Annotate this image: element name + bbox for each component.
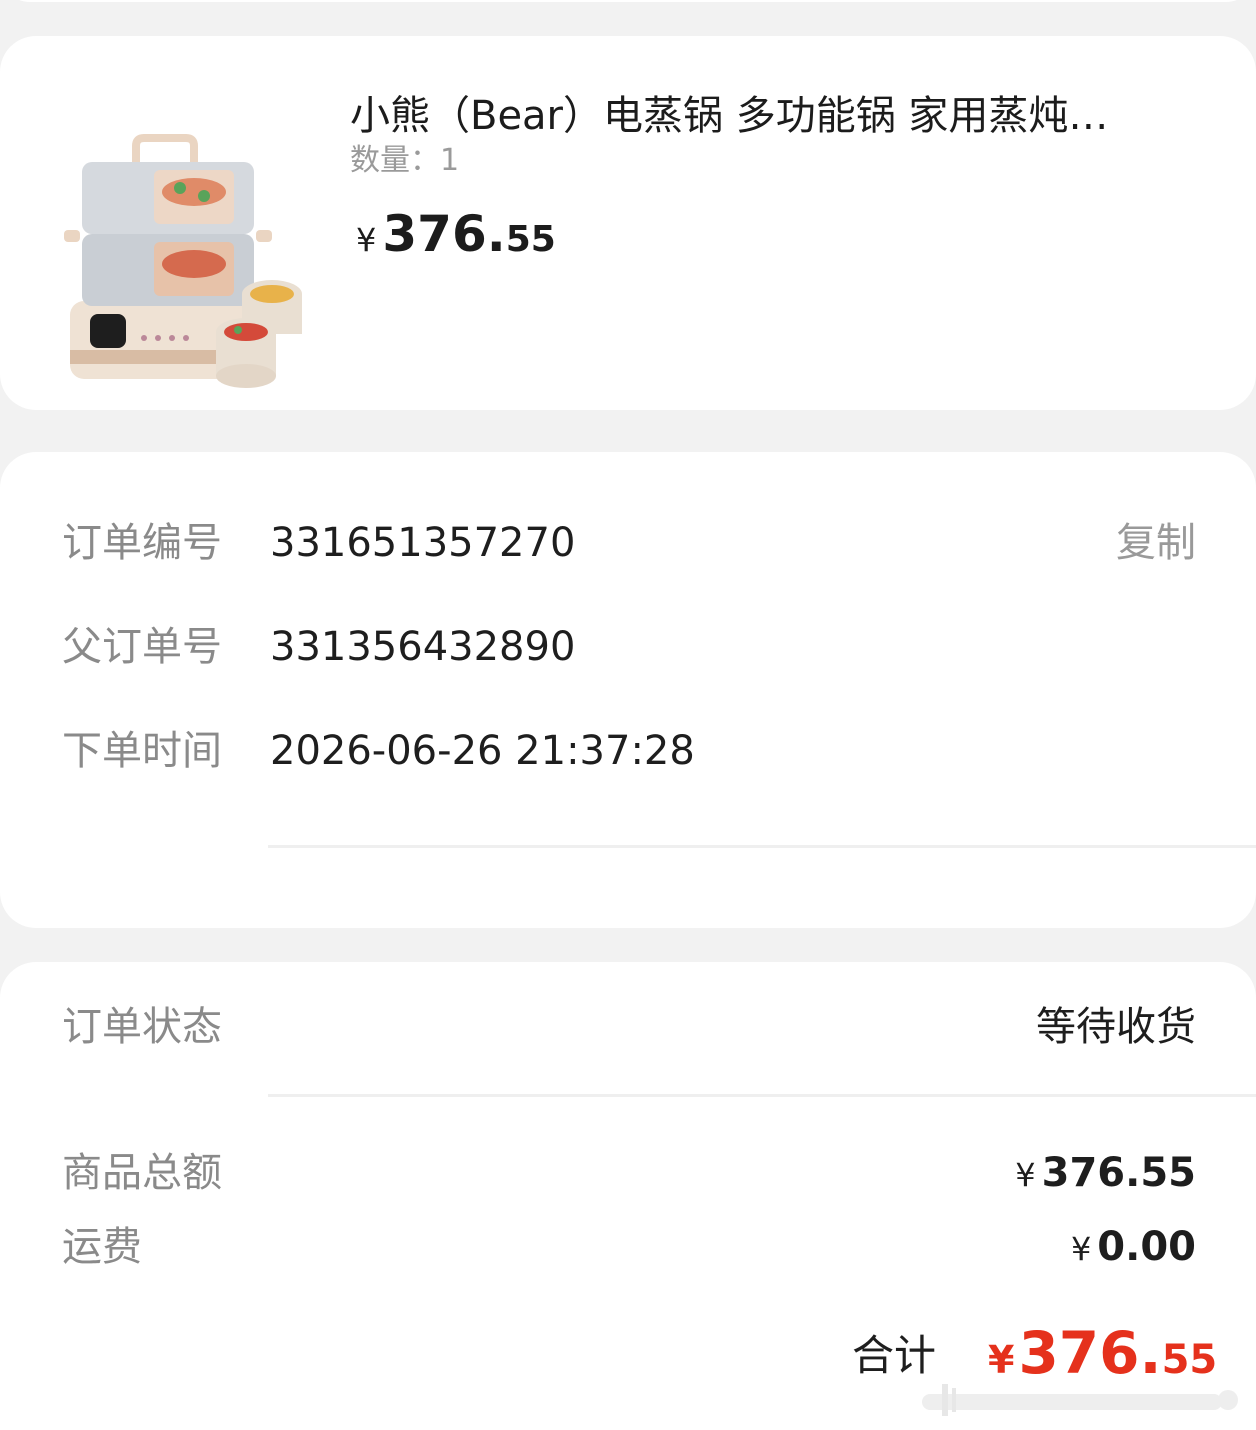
total-dot: .: [1139, 1319, 1162, 1387]
product-quantity: 数量：1: [350, 142, 459, 180]
order-number-value: 331651357270: [270, 520, 576, 566]
order-time-label: 下单时间: [62, 728, 222, 774]
divider: [268, 845, 1256, 848]
total-integer: 376: [1018, 1319, 1140, 1387]
goods-total-label: 商品总额: [62, 1150, 222, 1196]
shipping-currency: ¥: [1070, 1230, 1092, 1268]
goods-total-amount: ¥376.55: [1015, 1148, 1196, 1200]
total-decimal: 55: [1161, 1337, 1218, 1383]
divider: [268, 1094, 1256, 1097]
shipping-amount: ¥0.00: [1071, 1222, 1196, 1274]
previous-card-edge: [0, 0, 1256, 2]
parent-order-value: 331356432890: [270, 624, 576, 670]
parent-order-label: 父订单号: [62, 624, 222, 670]
price-integer: 376: [382, 205, 487, 263]
shipping-value: 0.00: [1097, 1224, 1196, 1270]
order-status-label: 订单状态: [62, 1004, 222, 1050]
shipping-label: 运费: [62, 1224, 142, 1270]
quantity-label: 数量：: [350, 143, 440, 178]
product-card[interactable]: 小熊（Bear）电蒸锅 多功能锅 家用蒸炖… 数量：1 ¥376.55: [0, 36, 1256, 410]
price-currency: ¥: [356, 221, 377, 259]
product-price: ¥376.55: [356, 204, 556, 276]
price-decimal: 55: [505, 219, 556, 260]
total-label: 合计: [852, 1331, 937, 1380]
quantity-value: 1: [440, 143, 460, 178]
price-dot: .: [486, 205, 506, 263]
watermark-icon: [922, 1384, 1238, 1416]
order-info-card: 订单编号 331651357270 复制 父订单号 331356432890 下…: [0, 452, 1256, 928]
goods-total-value: 376.55: [1041, 1150, 1196, 1196]
goods-total-currency: ¥: [1015, 1156, 1036, 1194]
order-status-value: 等待收货: [1036, 1004, 1196, 1050]
copy-button[interactable]: 复制: [1116, 518, 1196, 568]
order-number-label: 订单编号: [62, 520, 222, 566]
product-image[interactable]: [62, 106, 312, 396]
product-title[interactable]: 小熊（Bear）电蒸锅 多功能锅 家用蒸炖…: [350, 92, 1190, 140]
order-time-value: 2026-06-26 21:37:28: [270, 728, 695, 774]
total-currency: ¥: [988, 1338, 1015, 1382]
